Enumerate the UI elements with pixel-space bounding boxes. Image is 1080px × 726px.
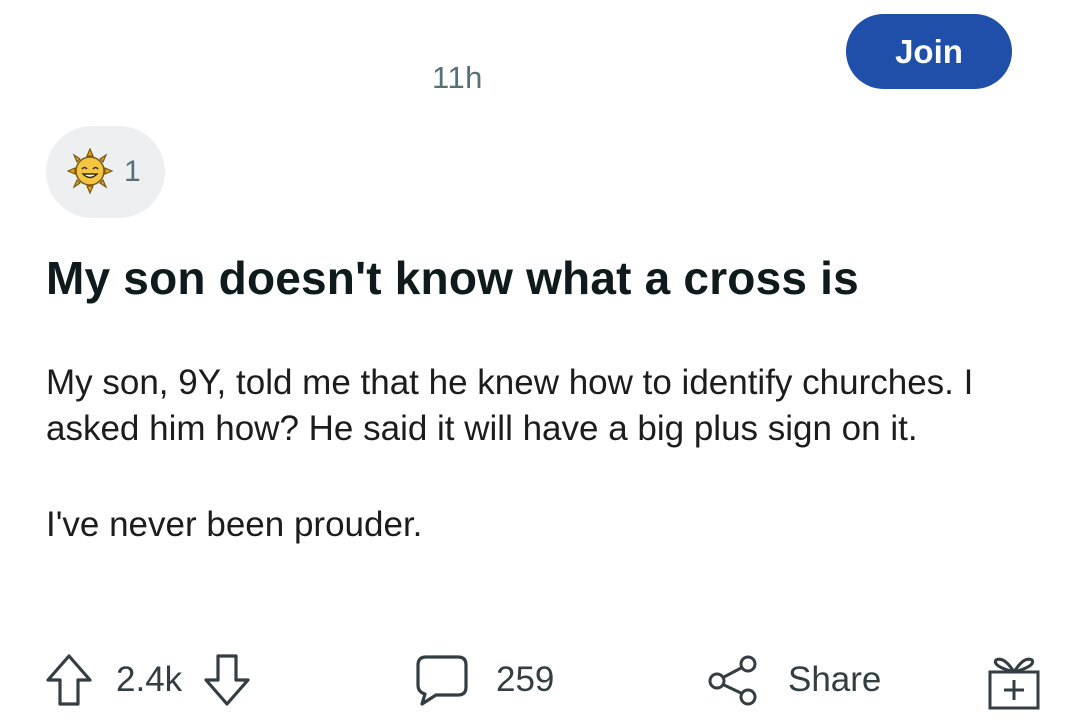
sun-award-icon	[67, 148, 113, 194]
arrow-up-icon	[46, 654, 92, 706]
vote-count: 2.4k	[116, 660, 183, 699]
award-pill[interactable]	[46, 126, 165, 218]
gift-icon	[988, 657, 1040, 710]
share-button[interactable]: Share	[706, 648, 881, 712]
post-timestamp: 11h	[432, 60, 483, 95]
arrow-down-icon	[204, 654, 250, 706]
comment-bubble-icon	[416, 655, 468, 706]
comment-count: 259	[496, 660, 555, 699]
downvote-button[interactable]	[202, 652, 252, 708]
post-title[interactable]: My son doesn't know what a cross is	[46, 251, 859, 305]
award-count: 1	[124, 155, 141, 188]
post-body: My son, 9Y, told me that he knew how to …	[46, 360, 1046, 548]
post-action-bar: 2.4k 259 Share	[0, 640, 1080, 720]
post-body-paragraph: I've never been prouder.	[46, 505, 423, 544]
join-button[interactable]: Join	[846, 14, 1012, 89]
upvote-button[interactable]	[44, 652, 94, 708]
share-label: Share	[788, 660, 882, 699]
gift-button[interactable]	[986, 650, 1042, 712]
vote-group: 2.4k	[44, 648, 252, 712]
comments-button[interactable]: 259	[414, 648, 554, 712]
share-icon	[708, 655, 757, 706]
post-body-paragraph: My son, 9Y, told me that he knew how to …	[46, 363, 974, 448]
